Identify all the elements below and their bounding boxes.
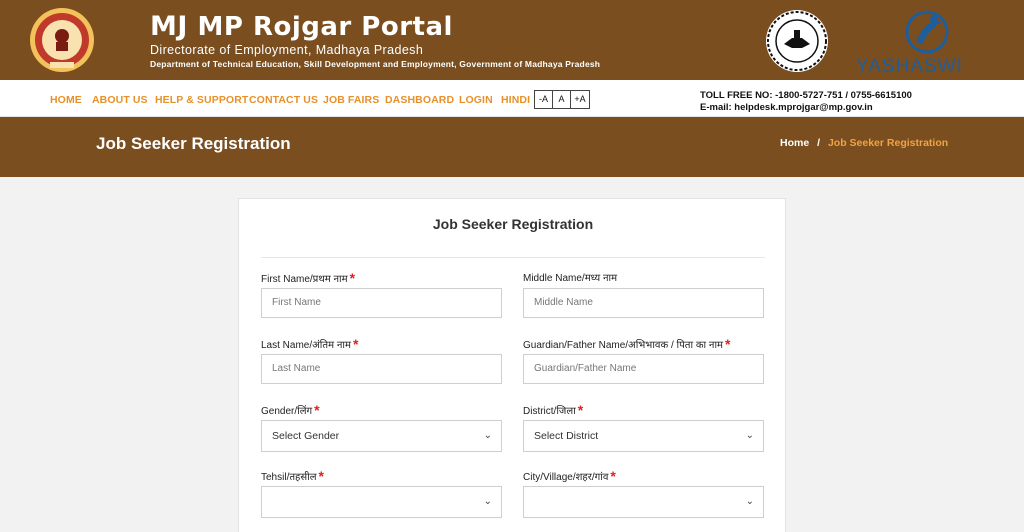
guardian-name-input[interactable]: Guardian/Father Name [523,354,764,384]
font-size-controls: -A A +A [534,90,590,109]
first-name-label-text: First Name/प्रथम नाम [261,274,348,285]
first-name-input[interactable]: First Name [261,288,502,318]
employment-seal-icon [766,10,828,72]
required-asterisk: * [349,270,356,286]
city-village-label-text: City/Village/शहर/गांव [523,472,609,483]
decrease-font-button[interactable]: -A [535,91,553,108]
required-asterisk: * [577,402,584,418]
guardian-name-label: Guardian/Father Name/अभिभावक / पिता का न… [523,335,731,352]
last-name-label-text: Last Name/अंतिम नाम [261,340,351,351]
city-village-label: City/Village/शहर/गांव * [523,467,616,484]
breadcrumb-separator: / [817,137,821,149]
mp-government-emblem-icon [30,8,94,72]
registration-form-card: Job Seeker Registration First Name/प्रथम… [238,198,786,532]
required-asterisk: * [610,468,616,484]
required-asterisk: * [314,402,320,418]
guardian-name-label-text: Guardian/Father Name/अभिभावक / पिता का न… [523,340,724,351]
increase-font-button[interactable]: +A [571,91,589,108]
required-asterisk: * [352,336,359,352]
nav-about-us[interactable]: ABOUT US [92,94,148,106]
city-village-select[interactable]: ⌄ [523,486,764,518]
required-asterisk: * [318,468,324,484]
nav-home[interactable]: HOME [50,94,82,106]
portal-title: MJ MP Rojgar Portal [150,11,453,43]
district-label-text: District/जिला [523,406,576,417]
last-name-input[interactable]: Last Name [261,354,502,384]
department-line: Department of Technical Education, Skill… [150,59,601,69]
district-select[interactable]: Select District ⌄ [523,420,764,452]
first-name-label: First Name/प्रथम नाम * [261,269,356,286]
page-title: Job Seeker Registration [96,134,291,153]
breadcrumb-current: Job Seeker Registration [827,137,949,149]
page-title-banner: Job Seeker Registration Home / Job Seeke… [0,117,1024,177]
helpdesk-email[interactable]: E-mail: helpdesk.mprojgar@mp.gov.in [700,102,873,113]
reset-font-button[interactable]: A [553,91,571,108]
breadcrumb: Home / Job Seeker Registration [780,137,948,149]
middle-name-label: Middle Name/मध्य नाम [523,273,618,284]
chevron-down-icon: ⌄ [745,496,754,507]
nav-hindi[interactable]: HINDI [501,94,530,106]
tehsil-label-text: Tehsil/तहसील [261,472,317,483]
nav-contact-us[interactable]: CONTACT US [249,94,318,106]
gender-select-value: Select Gender [272,430,340,442]
site-header: MJ MP Rojgar Portal Directorate of Emplo… [0,0,1024,80]
tehsil-select[interactable]: ⌄ [261,486,502,518]
tehsil-label: Tehsil/तहसील * [261,467,324,484]
portal-title-text: MP Rojgar Portal [197,12,453,42]
form-divider [261,257,765,258]
yashaswi-logo-text: YASHASWI [856,56,963,77]
chevron-down-icon: ⌄ [745,430,754,441]
district-label: District/जिला * [523,401,584,418]
chevron-down-icon: ⌄ [483,496,492,507]
nav-dashboard[interactable]: DASHBOARD [385,94,454,106]
directorate-subtitle: Directorate of Employment, Madhaya Prade… [150,43,424,57]
nav-job-fairs[interactable]: JOB FAIRS [323,94,379,106]
toll-free-number: TOLL FREE NO: -1800-5727-751 / 0755-6615… [700,90,912,101]
middle-name-input[interactable]: Middle Name [523,288,764,318]
nav-help-support[interactable]: HELP & SUPPORT [155,94,248,106]
district-select-value: Select District [534,430,599,442]
last-name-label: Last Name/अंतिम नाम * [261,335,359,352]
required-asterisk: * [725,336,731,352]
gender-label: Gender/लिंग * [261,401,320,418]
chevron-down-icon: ⌄ [483,430,492,441]
gender-select[interactable]: Select Gender ⌄ [261,420,502,452]
portal-brand-mark: MJ [150,11,188,42]
form-title: Job Seeker Registration [432,216,594,232]
breadcrumb-home[interactable]: Home [780,137,809,149]
gender-label-text: Gender/लिंग [261,406,313,417]
nav-login[interactable]: LOGIN [459,94,493,106]
